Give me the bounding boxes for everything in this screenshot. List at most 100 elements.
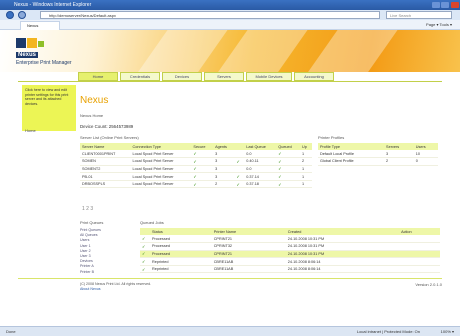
back-icon[interactable] xyxy=(6,11,14,19)
server-name[interactable]: SOMENT2 xyxy=(80,165,131,174)
tab-accounting[interactable]: Accounting xyxy=(294,72,334,81)
security-zone[interactable]: Local intranet | Protected Mode: On xyxy=(357,327,420,336)
about-link[interactable]: About Nexus xyxy=(80,287,151,292)
job-status: Reprinted xyxy=(150,257,212,266)
minimize-button[interactable] xyxy=(432,2,440,8)
table-row[interactable]: PB-01 Local Spool Print Server ✓ 3 ✓ 0.3… xyxy=(80,172,312,181)
server-up: 2 xyxy=(299,157,312,166)
check-icon[interactable]: ✓ xyxy=(140,242,150,251)
tab-mobile-devices[interactable]: Mobile Devices xyxy=(246,72,292,81)
check-icon xyxy=(234,165,245,174)
tab-servers[interactable]: Servers xyxy=(204,72,244,81)
col-servers[interactable]: Servers xyxy=(384,143,414,150)
job-status: Reprinted xyxy=(150,265,212,274)
printer-profiles-title: Printer Profiles xyxy=(318,135,345,140)
profile-type[interactable]: Global Client Profile xyxy=(318,157,385,166)
address-bar[interactable]: http://demoserver/Nexus/Default.aspx xyxy=(40,11,380,19)
check-icon: ✓ xyxy=(234,157,245,166)
server-table-header: Server Name Connection Type Secure Agent… xyxy=(80,143,312,150)
check-icon: ✓ xyxy=(276,172,300,181)
close-button[interactable] xyxy=(451,2,459,8)
navigation-bar: http://demoserver/Nexus/Default.aspx Liv… xyxy=(0,10,460,20)
pager[interactable]: 1 2 3 xyxy=(82,206,93,212)
col-users[interactable]: Users xyxy=(413,143,438,150)
page-subtitle: Nexus Home xyxy=(80,113,104,118)
server-up: 1 xyxy=(299,172,312,181)
table-row[interactable]: CLIENT0001PRINT Local Spool Print Server… xyxy=(80,150,312,159)
server-name[interactable]: PB-01 xyxy=(80,172,131,181)
server-type: Local Spool Print Server xyxy=(130,180,192,189)
job-created: 24.10.2008 8:06:14 xyxy=(285,257,400,266)
server-up: 1 xyxy=(299,165,312,174)
job-created: 24.10.2008 10:31 PM xyxy=(285,250,400,259)
table-row[interactable]: SOMENT2 Local Spool Print Server ✓ 3 0.0… xyxy=(80,165,312,174)
server-name[interactable]: CLIENT0001PRINT xyxy=(80,150,131,159)
col-agents[interactable]: Agents xyxy=(213,143,235,150)
col-secure[interactable]: Secure xyxy=(191,143,214,150)
search-input[interactable]: Live Search xyxy=(386,11,452,19)
job-action[interactable] xyxy=(399,250,440,259)
table-row[interactable]: ✓ Reprinted CBRE11AB 24.10.2008 8:06:14 xyxy=(140,265,440,274)
check-icon xyxy=(234,150,245,159)
check-icon: ✓ xyxy=(276,165,300,174)
toolbar-menu[interactable]: Page ▾ Tools ▾ xyxy=(426,21,452,29)
col-profile-type[interactable]: Profile Type xyxy=(318,143,385,150)
tree-item[interactable]: Printer B xyxy=(80,270,136,275)
check-icon[interactable]: ✓ xyxy=(140,257,150,266)
col-server-name[interactable]: Server Name xyxy=(80,143,131,150)
server-name[interactable]: DRBOSSPLS xyxy=(80,180,131,189)
job-action[interactable] xyxy=(399,242,440,251)
table-row[interactable]: ✓ Processed CPRINT21 24.10.2008 10:31 PM xyxy=(140,235,440,244)
maximize-button[interactable] xyxy=(441,2,449,8)
job-action[interactable] xyxy=(399,265,440,274)
server-type: Local Spool Print Server xyxy=(130,150,192,159)
check-icon[interactable]: ✓ xyxy=(140,235,150,244)
job-action[interactable] xyxy=(399,235,440,244)
browser-tab[interactable]: Nexus xyxy=(20,21,60,30)
profile-table: Profile Type Servers Users Default Local… xyxy=(318,143,438,166)
sidebar-home-link[interactable]: Home xyxy=(25,128,36,133)
job-action[interactable] xyxy=(399,257,440,266)
col-status[interactable]: Status xyxy=(150,228,212,235)
server-list-title: Server List (Online Print Servers) xyxy=(80,135,139,140)
forward-icon[interactable] xyxy=(18,11,26,19)
check-icon: ✓ xyxy=(191,150,214,159)
table-row[interactable]: ✓ Reprinted CBRE11AB 24.10.2008 8:06:14 xyxy=(140,257,440,266)
jobs-table: Status Printer Name Created Action ✓ Pro… xyxy=(140,228,440,274)
server-name[interactable]: SOMEN xyxy=(80,157,131,166)
col-printer-name[interactable]: Printer Name xyxy=(211,228,286,235)
profile-type[interactable]: Default Local Profile xyxy=(318,150,385,159)
check-icon: ✓ xyxy=(234,172,245,181)
check-icon: ✓ xyxy=(234,180,245,189)
check-icon: ✓ xyxy=(276,150,300,159)
tab-home[interactable]: Home xyxy=(78,72,118,81)
col-connection-type[interactable]: Connection Type xyxy=(130,143,192,150)
job-created: 24.10.2008 10:31 PM xyxy=(285,235,400,244)
table-row[interactable]: Global Client Profile 2 0 xyxy=(318,157,438,166)
server-queue: 0.40.11 xyxy=(244,157,277,166)
table-row[interactable]: ✓ Processed CPRINT32 24.10.2008 10:31 PM xyxy=(140,242,440,251)
browser-tab-label: Nexus xyxy=(27,23,39,28)
check-icon[interactable]: ✓ xyxy=(140,250,150,259)
server-agents: 3 xyxy=(213,150,235,159)
check-icon: ✓ xyxy=(276,180,300,189)
col-created[interactable]: Created xyxy=(285,228,400,235)
table-row[interactable]: SOMEN Local Spool Print Server ✓ 3 ✓ 0.4… xyxy=(80,157,312,166)
tab-credentials[interactable]: Credentials xyxy=(120,72,160,81)
profile-servers: 3 xyxy=(384,150,414,159)
zoom-control[interactable]: 100% ▾ xyxy=(441,327,454,336)
table-row[interactable]: DRBOSSPLS Local Spool Print Server ✓ 2 ✓… xyxy=(80,180,312,189)
sidebar-note-text: Click here to view and edit printer sett… xyxy=(25,88,69,106)
table-row[interactable]: ✓ Processed CPRINT21 24.10.2008 10:31 PM xyxy=(140,250,440,259)
check-icon[interactable]: ✓ xyxy=(140,265,150,274)
profile-users: 10 xyxy=(413,150,438,159)
page-banner: Nexus Enterprise Print Manager xyxy=(0,30,460,72)
col-last-queue[interactable]: Last Queue xyxy=(244,143,277,150)
col-queued[interactable]: Queued xyxy=(276,143,300,150)
col-action[interactable]: Action xyxy=(399,228,440,235)
server-queue: 0.0 xyxy=(244,165,277,174)
col-up[interactable]: Up xyxy=(299,143,312,150)
table-row[interactable]: Default Local Profile 3 10 xyxy=(318,150,438,159)
tab-devices[interactable]: Devices xyxy=(162,72,202,81)
server-queue: 0.37.14 xyxy=(244,172,277,181)
